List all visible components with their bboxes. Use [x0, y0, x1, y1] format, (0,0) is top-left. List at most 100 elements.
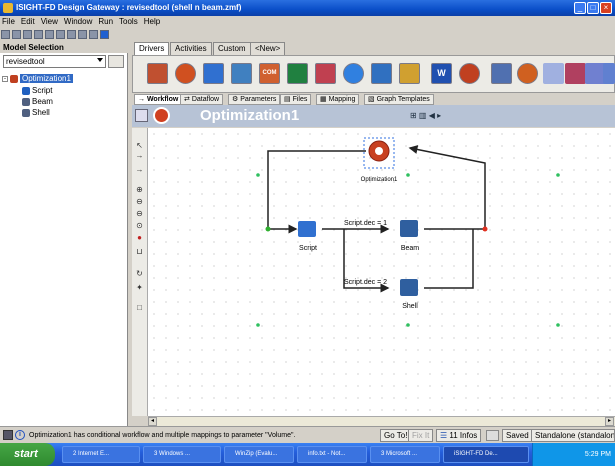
- tab-activities[interactable]: Activities: [170, 42, 212, 55]
- fix-it-button[interactable]: Fix It: [408, 429, 434, 442]
- window-title: ISIGHT-FD Design Gateway : revisedtool (…: [16, 3, 242, 12]
- taskbar-item[interactable]: 3 Microsoft ...: [370, 446, 440, 463]
- model-dropdown[interactable]: revisedtool: [3, 55, 106, 68]
- tab-mapping[interactable]: ▦ Mapping: [316, 94, 360, 105]
- brush-icon[interactable]: [543, 63, 564, 84]
- tree-item-beam[interactable]: Beam: [22, 96, 53, 107]
- beam-node-icon[interactable]: [400, 220, 418, 237]
- connect-tool-icon[interactable]: →: [135, 152, 144, 160]
- zoom-in-icon[interactable]: ⊕: [135, 186, 144, 194]
- infos-badge[interactable]: ☰ 11 Infos: [436, 429, 482, 442]
- tab-workflow[interactable]: → Workflow: [134, 94, 183, 105]
- optimization-2-icon[interactable]: [517, 63, 538, 84]
- taskbar-item[interactable]: info.txt - Not...: [297, 446, 367, 463]
- taskbar-item[interactable]: WinZip (Evalu...: [224, 446, 294, 463]
- condition-icon[interactable]: ✦: [135, 284, 144, 292]
- shell-icon: [22, 108, 30, 117]
- grid-marker: [556, 323, 560, 327]
- zoom-out-icon[interactable]: ⊖: [135, 198, 144, 206]
- menu-window[interactable]: Window: [64, 17, 92, 26]
- properties-icon[interactable]: [78, 30, 87, 39]
- menu-edit[interactable]: Edit: [21, 17, 35, 26]
- loop-tool-icon[interactable]: ↻: [135, 270, 144, 278]
- run-icon[interactable]: [100, 30, 109, 39]
- tree-item-script[interactable]: Script: [22, 85, 52, 96]
- tab-new[interactable]: <New>: [250, 42, 286, 55]
- tab-graph-templates[interactable]: ▧ Graph Templates: [364, 94, 434, 105]
- menu-view[interactable]: View: [41, 17, 58, 26]
- zoom-reset-icon[interactable]: ⊙: [135, 222, 144, 230]
- minimize-icon[interactable]: _: [574, 2, 586, 14]
- script-component-icon[interactable]: [203, 63, 224, 84]
- menu-file[interactable]: File: [2, 17, 15, 26]
- taskbar-item[interactable]: 2 Internet E...: [62, 446, 140, 463]
- new-icon[interactable]: [1, 30, 10, 39]
- do-loop-icon[interactable]: [147, 63, 168, 84]
- tab-custom[interactable]: Custom: [213, 42, 251, 55]
- open-icon[interactable]: [12, 30, 21, 39]
- menu-tools[interactable]: Tools: [119, 17, 138, 26]
- home-icon[interactable]: [135, 109, 148, 122]
- list-icon: ☰: [440, 431, 450, 440]
- page-title: Optimization1: [200, 107, 300, 124]
- data-exchanger-icon[interactable]: [343, 63, 364, 84]
- ftp-icon[interactable]: [399, 63, 420, 84]
- header-tools[interactable]: ⊞ ▥ ◀ ▸: [410, 111, 460, 121]
- lock-icon[interactable]: ⊔: [135, 248, 144, 256]
- tab-parameters[interactable]: ⚙ Parameters: [228, 94, 281, 105]
- close-icon[interactable]: ×: [600, 2, 612, 14]
- scroll-right-icon[interactable]: ▸: [605, 417, 614, 426]
- menu-bar: File Edit View Window Run Tools Help: [0, 16, 615, 28]
- collapse-icon[interactable]: -: [2, 75, 8, 82]
- table-icon[interactable]: [231, 63, 252, 84]
- box-icon[interactable]: □: [135, 304, 144, 312]
- scroll-left-icon[interactable]: ◂: [148, 417, 157, 426]
- model-options-button[interactable]: [108, 55, 124, 68]
- print-icon[interactable]: [34, 30, 43, 39]
- canvas-tools: ↖ → → ⊕ ⊖ ⊖ ⊙ ● ⊔ ↻ ✦ □: [132, 128, 148, 416]
- chevron-down-icon[interactable]: [97, 58, 103, 62]
- menu-help[interactable]: Help: [144, 17, 160, 26]
- tree-item-optimization[interactable]: - Optimization1: [2, 73, 73, 84]
- excel-icon[interactable]: [287, 63, 308, 84]
- goto-button[interactable]: Go To!: [380, 429, 412, 442]
- select-icon[interactable]: ↖: [135, 142, 144, 150]
- tree-item-shell[interactable]: Shell: [22, 107, 50, 118]
- beam-icon: [22, 97, 30, 106]
- results-icon[interactable]: [89, 30, 98, 39]
- script-node-icon[interactable]: [298, 221, 316, 237]
- calculator-icon[interactable]: [315, 63, 336, 84]
- tab-drivers[interactable]: Drivers: [134, 42, 170, 55]
- save-icon[interactable]: [23, 30, 32, 39]
- com-icon[interactable]: COM: [259, 63, 280, 84]
- copy-icon[interactable]: [56, 30, 65, 39]
- word-icon[interactable]: W: [431, 63, 452, 84]
- view-tabs: → Workflow ⇄ Dataflow ⚙ Parameters ▤ Fil…: [132, 93, 615, 105]
- simcode-icon[interactable]: [371, 63, 392, 84]
- shell-node-icon[interactable]: [400, 279, 418, 296]
- horizontal-scrollbar[interactable]: ◂ ▸: [148, 416, 615, 426]
- optimization-component-icon[interactable]: [175, 63, 196, 84]
- tab-files[interactable]: ▤ Files: [280, 94, 312, 105]
- grid-marker: [556, 173, 560, 177]
- menu-run[interactable]: Run: [98, 17, 113, 26]
- workflow-canvas[interactable]: Optimization1 Script Beam Shell Script.d…: [148, 128, 615, 416]
- cut-icon[interactable]: [45, 30, 54, 39]
- mathcad-icon[interactable]: [491, 63, 512, 84]
- link-icon[interactable]: →: [135, 166, 144, 174]
- optimization-icon: [10, 74, 18, 83]
- status-tool-icon[interactable]: [3, 430, 13, 440]
- zoom-fit-icon[interactable]: ⊖: [135, 210, 144, 218]
- connect-icon[interactable]: [603, 63, 615, 84]
- node-label-beam: Beam: [401, 245, 419, 252]
- loop-icon[interactable]: [459, 63, 480, 84]
- delete-icon[interactable]: ●: [135, 234, 144, 242]
- start-button[interactable]: start: [0, 443, 55, 466]
- chart-icon[interactable]: [565, 63, 586, 84]
- taskbar-item-active[interactable]: iSIGHT-FD De...: [443, 446, 529, 463]
- paste-icon[interactable]: [67, 30, 76, 39]
- maximize-icon[interactable]: □: [587, 2, 599, 14]
- taskbar-item[interactable]: 3 Windows ...: [143, 446, 221, 463]
- tab-dataflow[interactable]: ⇄ Dataflow: [180, 94, 224, 105]
- report-icon[interactable]: [486, 430, 499, 441]
